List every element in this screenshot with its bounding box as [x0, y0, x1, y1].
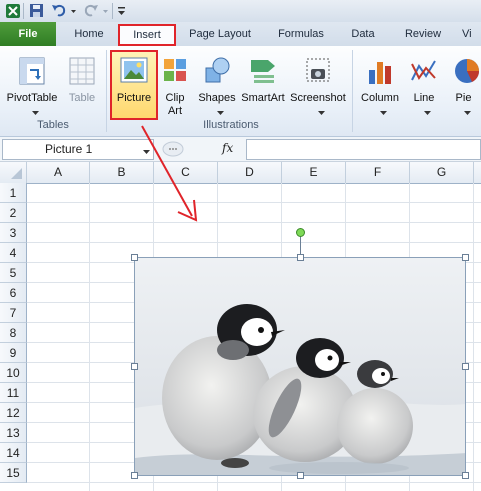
group-separator [352, 50, 353, 132]
resize-handle-left[interactable] [131, 363, 138, 370]
clip-art-button[interactable]: Clip Art [158, 50, 192, 118]
pie-chart-label: Pie [455, 92, 472, 104]
rotation-handle-stem [300, 236, 301, 255]
clip-art-label: Clip Art [158, 92, 192, 118]
tab-formulas[interactable]: Formulas [268, 22, 334, 46]
column-header-f[interactable]: F [346, 162, 410, 183]
smartart-icon [251, 60, 275, 83]
tab-file[interactable]: File [0, 22, 56, 46]
insert-function-icon[interactable]: fx [222, 141, 233, 155]
column-header-row: A B C D E F G [0, 162, 481, 184]
redo-icon[interactable] [82, 3, 100, 21]
gridline-vertical [89, 183, 90, 491]
tab-review[interactable]: Review [396, 22, 450, 46]
row-header[interactable]: 4 [0, 243, 27, 263]
column-header-a[interactable]: A [27, 162, 90, 183]
table-button[interactable]: Table [62, 50, 102, 116]
rotation-handle[interactable] [296, 228, 305, 237]
gridline-horizontal [27, 482, 481, 483]
column-header-g[interactable]: G [410, 162, 474, 183]
row-header[interactable]: 3 [0, 223, 27, 243]
tab-view[interactable]: Vi [462, 22, 481, 46]
row-header[interactable]: 10 [0, 363, 27, 383]
group-separator [106, 50, 107, 132]
formula-bar: Picture 1 fx [0, 137, 481, 162]
column-chart-icon [369, 62, 391, 84]
penguins-image [135, 258, 465, 475]
quick-access-toolbar [0, 0, 481, 23]
pivottable-icon [19, 57, 45, 85]
row-header[interactable]: 11 [0, 383, 27, 403]
gridline-horizontal [27, 202, 481, 203]
column-chart-button[interactable]: Column [356, 50, 404, 116]
picture-label: Picture [116, 92, 152, 104]
gridline-vertical [473, 183, 474, 491]
select-all-corner[interactable] [0, 162, 27, 183]
ribbon-tab-bar: File Home Insert Page Layout Formulas Da… [0, 22, 481, 46]
inserted-picture-penguins[interactable] [134, 257, 466, 476]
screenshot-button[interactable]: Screenshot [288, 50, 348, 116]
tables-group-label: Tables [37, 119, 69, 131]
tab-home[interactable]: Home [64, 22, 114, 46]
undo-icon[interactable] [50, 3, 68, 21]
shapes-label: Shapes [198, 92, 236, 104]
pie-chart-icon [455, 59, 480, 83]
smartart-label: SmartArt [241, 92, 285, 104]
row-header[interactable]: 13 [0, 423, 27, 443]
excel-app-icon[interactable] [5, 3, 21, 22]
tab-page-layout[interactable]: Page Layout [180, 22, 260, 46]
table-icon [69, 57, 95, 85]
screenshot-icon [306, 58, 330, 82]
customize-toolbar-icon[interactable] [117, 3, 126, 21]
resize-handle-bottom[interactable] [297, 472, 304, 479]
row-header[interactable]: 1 [0, 183, 27, 203]
line-chart-button[interactable]: Line [406, 50, 442, 116]
save-icon[interactable] [29, 3, 44, 21]
undo-dropdown-icon[interactable] [70, 3, 77, 21]
resize-handle-bottom-right[interactable] [462, 472, 469, 479]
column-header-d[interactable]: D [218, 162, 282, 183]
row-header[interactable]: 15 [0, 463, 27, 483]
name-box-value: Picture 1 [45, 142, 93, 156]
row-header[interactable]: 5 [0, 263, 27, 283]
resize-handle-bottom-left[interactable] [131, 472, 138, 479]
ribbon-insert-panel: PivotTable Table Tables Picture Clip Art [0, 46, 481, 137]
formula-input[interactable] [246, 139, 481, 160]
clip-art-icon [164, 59, 186, 81]
picture-button[interactable]: Picture [110, 50, 158, 120]
resize-handle-top-left[interactable] [131, 254, 138, 261]
gridline-horizontal [27, 242, 481, 243]
row-header[interactable]: 2 [0, 203, 27, 223]
column-chart-label: Column [361, 92, 399, 104]
annotation-arrow-icon [141, 125, 198, 222]
row-header[interactable]: 8 [0, 323, 27, 343]
row-header[interactable]: 6 [0, 283, 27, 303]
column-header-h[interactable] [474, 162, 481, 183]
tab-insert[interactable]: Insert [118, 24, 176, 46]
clip-art-label-line2: Art [167, 105, 183, 117]
redo-dropdown-icon[interactable] [102, 3, 109, 21]
line-chart-icon [411, 60, 436, 81]
row-header[interactable]: 14 [0, 443, 27, 463]
gridline-horizontal [27, 222, 481, 223]
pivottable-label: PivotTable [6, 92, 58, 104]
resize-handle-top-right[interactable] [462, 254, 469, 261]
shapes-icon [205, 57, 230, 83]
smartart-button[interactable]: SmartArt [240, 50, 286, 116]
resize-handle-top[interactable] [297, 254, 304, 261]
column-header-e[interactable]: E [282, 162, 346, 183]
shapes-button[interactable]: Shapes [196, 50, 238, 116]
picture-icon [120, 57, 148, 83]
pivottable-button[interactable]: PivotTable [4, 50, 60, 116]
tab-data[interactable]: Data [340, 22, 386, 46]
row-header[interactable]: 7 [0, 303, 27, 323]
row-header[interactable]: 9 [0, 343, 27, 363]
screenshot-label: Screenshot [290, 92, 346, 104]
line-chart-label: Line [413, 92, 435, 104]
resize-handle-right[interactable] [462, 363, 469, 370]
table-label: Table [68, 92, 96, 104]
row-header[interactable]: 12 [0, 403, 27, 423]
pie-chart-button[interactable]: Pie [446, 50, 481, 116]
clip-art-label-line1: Clip [165, 92, 185, 104]
